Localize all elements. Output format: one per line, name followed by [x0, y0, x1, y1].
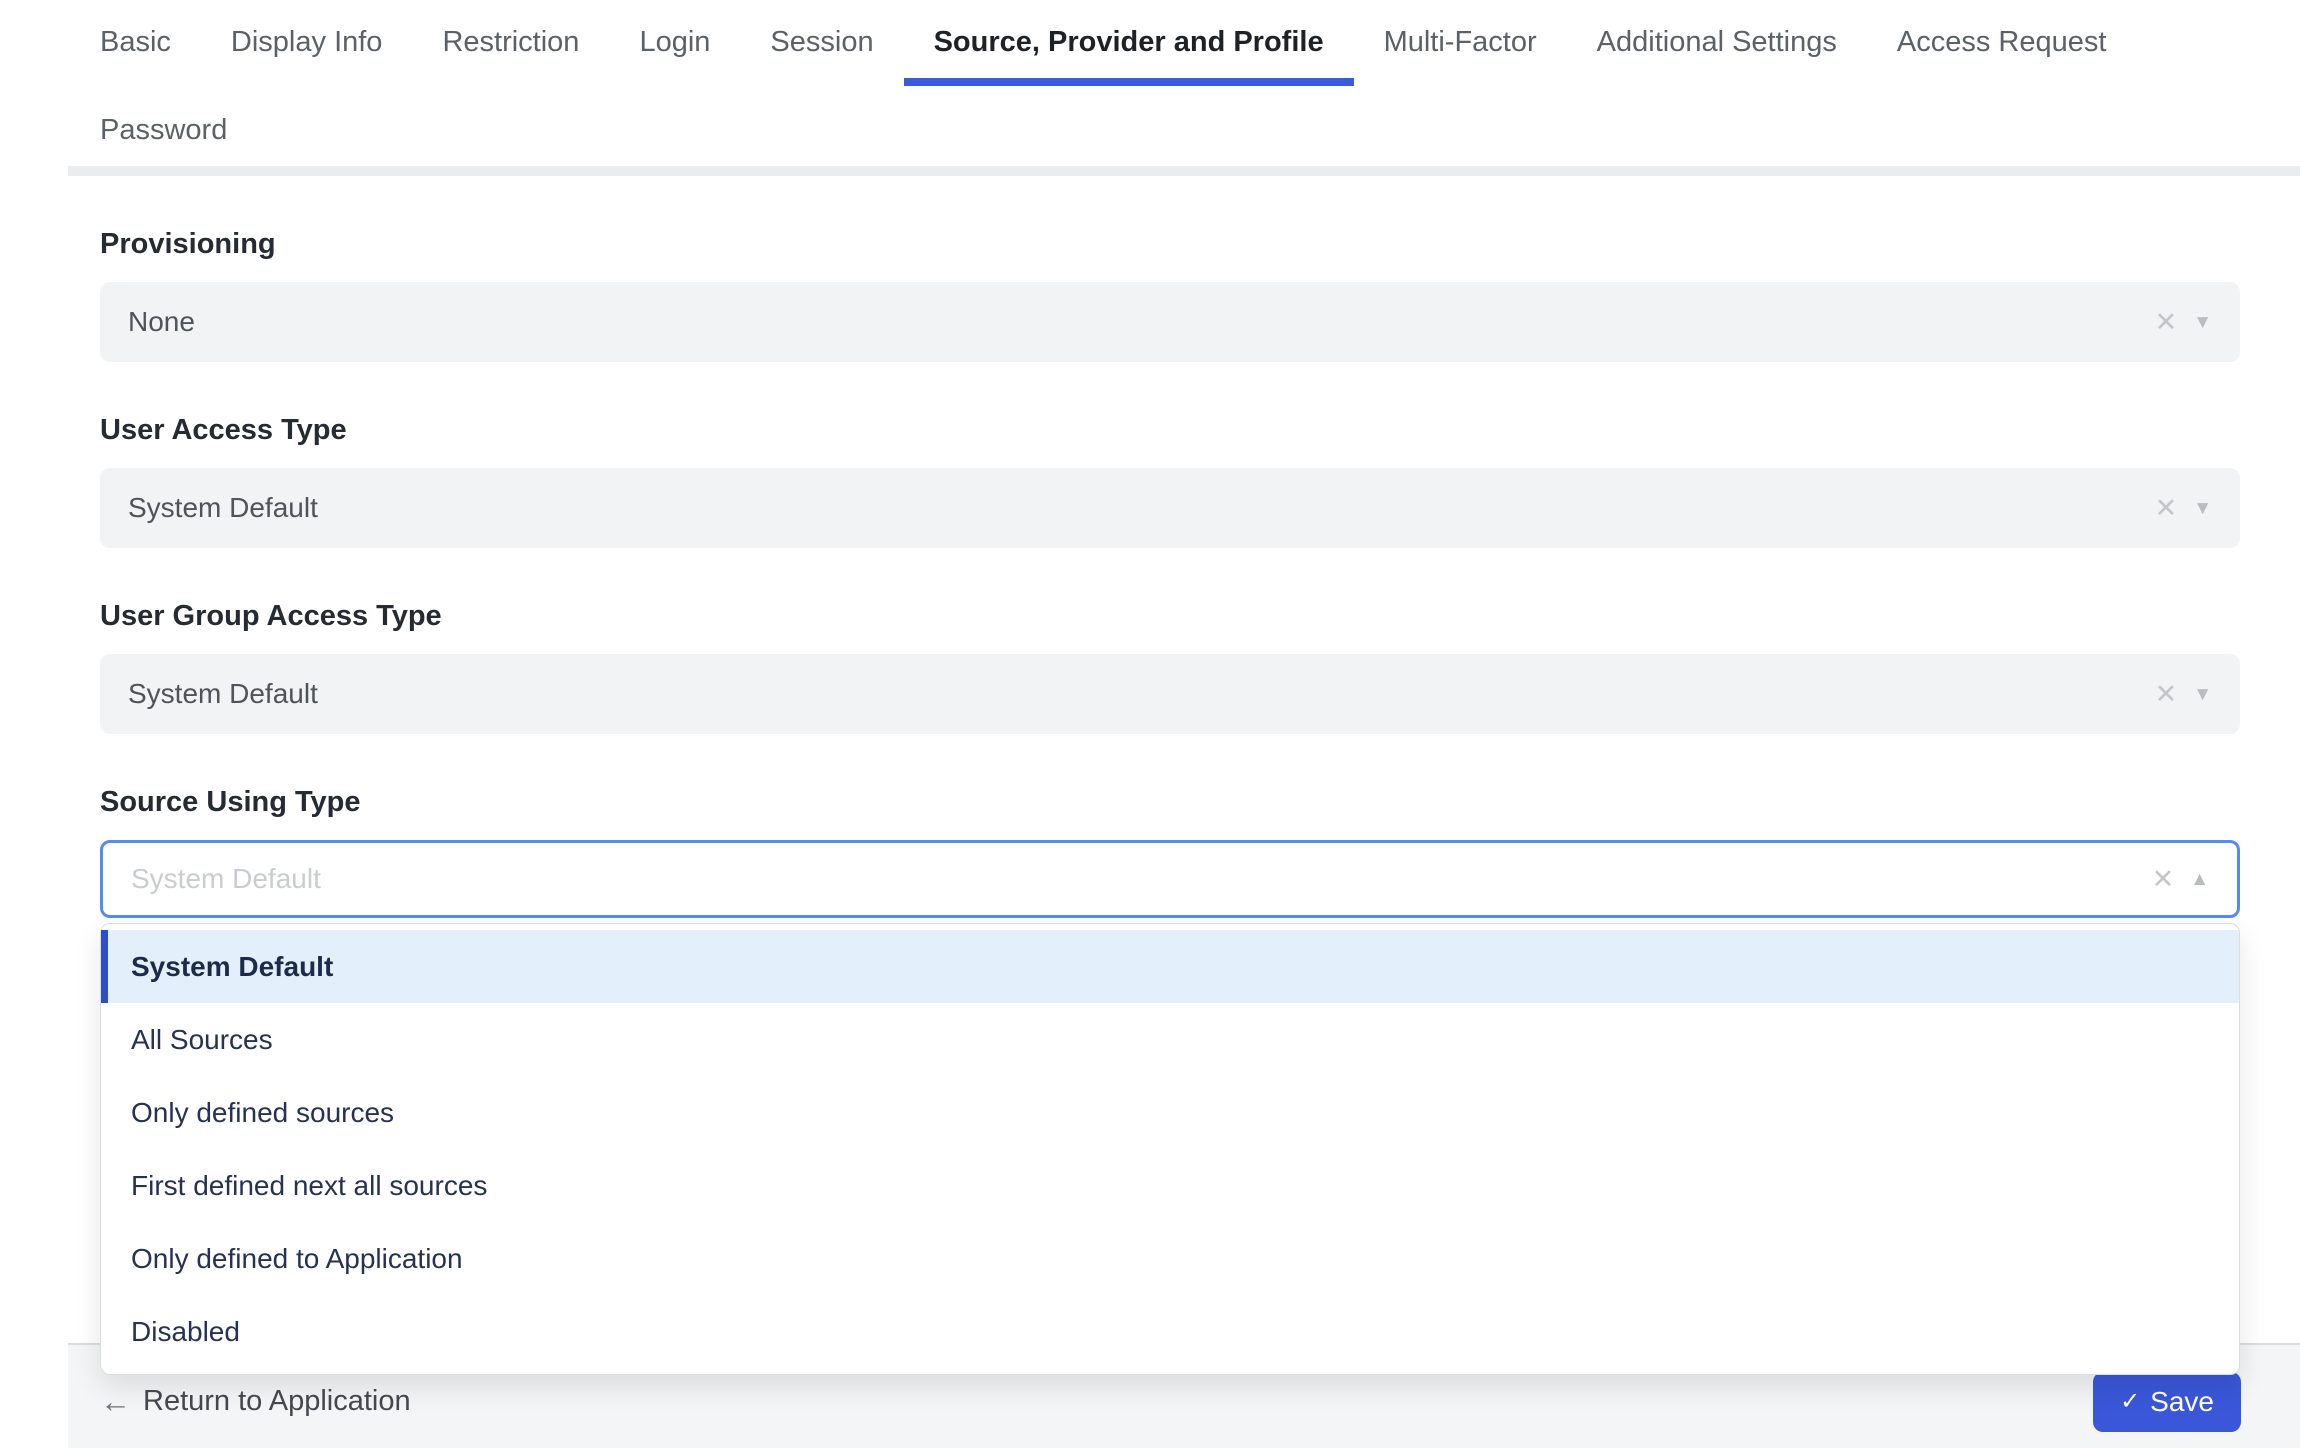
tab-row-1: Basic Display Info Restriction Login Ses… — [70, 10, 2300, 86]
clear-icon[interactable]: ✕ — [2155, 308, 2178, 336]
save-button[interactable]: ✓ Save — [2093, 1371, 2241, 1432]
option-first-defined-next-all-sources[interactable]: First defined next all sources — [101, 1149, 2239, 1222]
tab-login[interactable]: Login — [609, 10, 740, 78]
save-button-label: Save — [2150, 1385, 2214, 1417]
provisioning-value: None — [128, 306, 195, 337]
tab-additional-settings[interactable]: Additional Settings — [1567, 10, 1867, 78]
return-link-label: Return to Application — [143, 1385, 411, 1417]
tab-source-provider-profile[interactable]: Source, Provider and Profile — [903, 10, 1354, 86]
tab-restriction[interactable]: Restriction — [412, 10, 609, 78]
tab-multi-factor[interactable]: Multi-Factor — [1354, 10, 1567, 78]
user-access-type-select[interactable]: System Default ✕ ▼ — [100, 468, 2240, 548]
provisioning-label: Provisioning — [100, 228, 276, 260]
return-to-application-link[interactable]: ← Return to Application — [100, 1385, 411, 1418]
chevron-up-icon[interactable]: ▲ — [2190, 870, 2209, 889]
source-using-type-select[interactable]: ✕ ▲ — [100, 840, 2240, 918]
option-only-defined-sources[interactable]: Only defined sources — [101, 1076, 2239, 1149]
source-using-type-dropdown: System Default All Sources Only defined … — [100, 923, 2240, 1375]
tab-row-2: Password — [70, 96, 2300, 164]
form: Provisioning None ✕ ▼ User Access Type S… — [100, 226, 2240, 918]
user-access-type-label: User Access Type — [100, 414, 347, 446]
user-group-access-type-value: System Default — [128, 678, 318, 709]
chevron-down-icon[interactable]: ▼ — [2193, 499, 2212, 518]
arrow-left-icon: ← — [100, 1384, 131, 1419]
option-system-default[interactable]: System Default — [101, 930, 2239, 1003]
source-using-type-label: Source Using Type — [100, 786, 361, 818]
clear-icon[interactable]: ✕ — [2155, 494, 2178, 522]
clear-icon[interactable]: ✕ — [2155, 680, 2178, 708]
settings-page: Basic Display Info Restriction Login Ses… — [0, 0, 2300, 1448]
tabbar-divider — [68, 166, 2300, 176]
tab-session[interactable]: Session — [740, 10, 903, 78]
option-disabled[interactable]: Disabled — [101, 1295, 2239, 1368]
user-group-access-type-label: User Group Access Type — [100, 600, 442, 632]
clear-icon[interactable]: ✕ — [2152, 865, 2175, 893]
user-access-type-value: System Default — [128, 492, 318, 523]
option-only-defined-to-application[interactable]: Only defined to Application — [101, 1222, 2239, 1295]
option-all-sources[interactable]: All Sources — [101, 1003, 2239, 1076]
source-using-type-input[interactable] — [131, 863, 2152, 895]
check-icon: ✓ — [2120, 1387, 2141, 1415]
tab-access-request[interactable]: Access Request — [1867, 10, 2137, 78]
tab-display-info[interactable]: Display Info — [201, 10, 413, 78]
tab-bar: Basic Display Info Restriction Login Ses… — [0, 0, 2300, 164]
tab-password[interactable]: Password — [70, 96, 257, 164]
provisioning-select[interactable]: None ✕ ▼ — [100, 282, 2240, 362]
tab-basic[interactable]: Basic — [70, 10, 201, 78]
chevron-down-icon[interactable]: ▼ — [2193, 685, 2212, 704]
user-group-access-type-select[interactable]: System Default ✕ ▼ — [100, 654, 2240, 734]
chevron-down-icon[interactable]: ▼ — [2193, 313, 2212, 332]
